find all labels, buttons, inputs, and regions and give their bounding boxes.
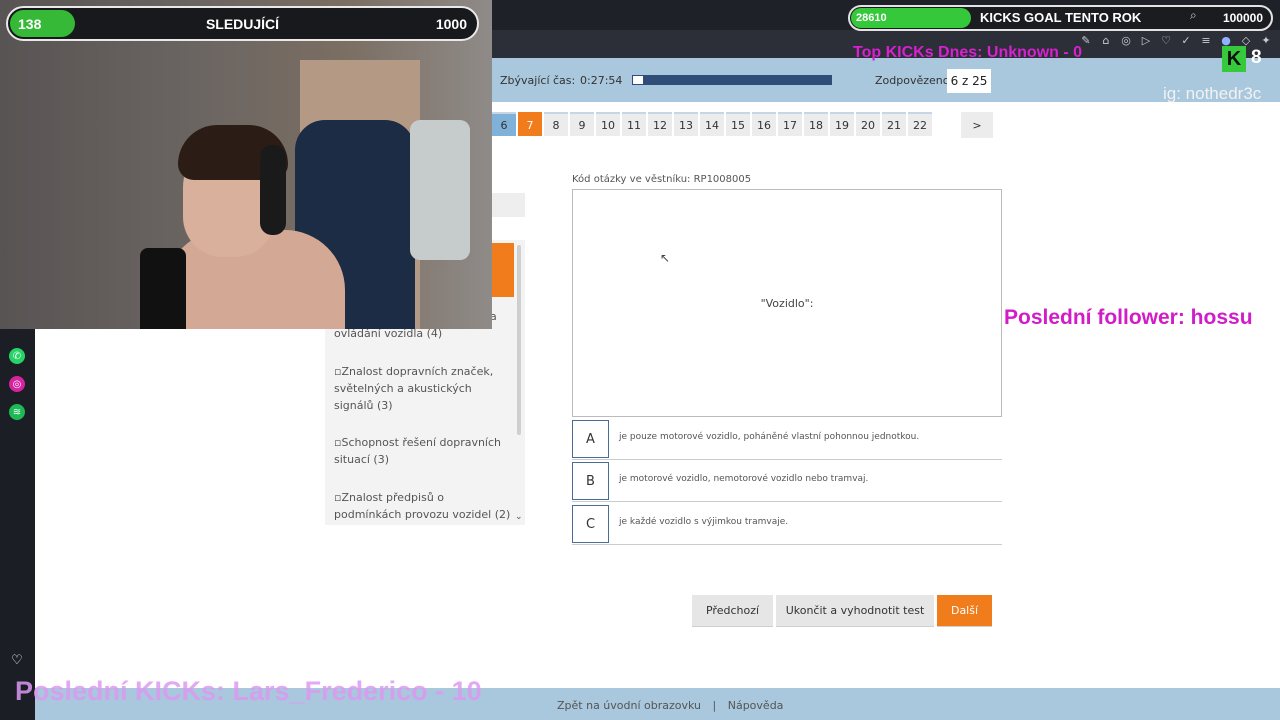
kick-viewer-count: 8 — [1251, 47, 1262, 68]
question-text: "Vozidlo": — [760, 297, 814, 310]
question-number-button[interactable]: 15 — [726, 112, 750, 136]
shield-icon[interactable]: ◎ — [1120, 34, 1132, 47]
category-item-signs[interactable]: ▫Znalost dopravních značek, světelných a… — [334, 363, 514, 414]
top-kicks-today: Top KICKs Dnes: Unknown - 0 — [853, 44, 1083, 61]
answer-text: je pouze motorové vozidlo, poháněné vlas… — [619, 432, 920, 442]
chevron-down-icon[interactable]: ⌄ — [515, 512, 523, 522]
question-number-button[interactable]: 9 — [570, 112, 594, 136]
category-header — [492, 193, 525, 217]
question-number-button[interactable]: 14 — [700, 112, 724, 136]
category-item-situations[interactable]: ▫Schopnost řešení dopravních situací (3) — [334, 434, 514, 468]
question-number-button[interactable]: 11 — [622, 112, 646, 136]
follower-goal-target: 1000 — [435, 16, 467, 32]
question-box: "Vozidlo": ↖ — [572, 189, 1002, 417]
webcam-overlay — [0, 0, 492, 329]
answer-b[interactable]: B je motorové vozidlo, nemotorové vozidl… — [572, 462, 1002, 502]
answer-letter[interactable]: A — [572, 420, 609, 458]
time-remaining-value: 0:27:54 — [580, 74, 623, 87]
kicks-count: 28610 — [856, 12, 887, 24]
time-progress-fill — [633, 76, 643, 84]
answer-c[interactable]: C je každé vozidlo s výjimkou tramvaje. — [572, 505, 1002, 545]
follower-goal-title: SLEDUJÍCÍ — [205, 16, 280, 32]
question-number-button[interactable]: 12 — [648, 112, 672, 136]
question-number-button[interactable]: 13 — [674, 112, 698, 136]
footer-links: Zpět na úvodní obrazovku | Nápověda — [557, 699, 791, 712]
kick-logo-icon: K — [1222, 46, 1246, 72]
question-code: Kód otázky ve věstníku: RP1008005 — [572, 174, 752, 185]
answer-letter[interactable]: C — [572, 505, 609, 543]
time-progress-bar — [632, 75, 832, 85]
last-follower: Poslední follower: hossu — [1004, 306, 1253, 329]
search-icon: ⌕ — [1190, 8, 1197, 22]
previous-button[interactable]: Předchozí — [692, 595, 773, 627]
home-icon[interactable]: ⌂ — [1100, 34, 1112, 47]
question-next-page-button[interactable]: > — [961, 112, 993, 138]
question-number-button[interactable]: 21 — [882, 112, 906, 136]
mouse-cursor-icon: ↖ — [660, 251, 671, 265]
category-label: Znalost dopravních značek, světelných a … — [334, 365, 494, 412]
answer-text: je motorové vozidlo, nemotorové vozidlo … — [619, 474, 869, 484]
answer-text: je každé vozidlo s výjimkou tramvaje. — [619, 517, 789, 527]
question-number-button[interactable]: 19 — [830, 112, 854, 136]
heart-icon[interactable]: ♡ — [1160, 34, 1172, 47]
menu-icon[interactable]: ≡ — [1200, 34, 1212, 47]
category-active-marker — [492, 243, 514, 297]
last-kicks: Poslední KICKs: Lars_Frederico - 10 — [15, 676, 482, 706]
webcam-headset — [260, 145, 286, 235]
webcam-microphone — [140, 248, 186, 329]
home-link[interactable]: Zpět na úvodní obrazovku — [557, 699, 701, 712]
kicks-goal-title: KICKS GOAL TENTO ROK — [980, 10, 1142, 25]
webcam-towel — [410, 120, 470, 260]
category-label: Schopnost řešení dopravních situací (3) — [334, 436, 502, 466]
answered-label: Zodpovězeno — [875, 74, 950, 87]
footer-separator: | — [712, 699, 717, 712]
next-button[interactable]: Další — [937, 595, 992, 627]
spotify-icon[interactable]: ≋ — [9, 404, 25, 420]
follower-goal-bar: 138 SLEDUJÍCÍ 1000 — [6, 6, 479, 41]
kicks-goal-target: 100000 — [1222, 11, 1263, 25]
question-number-button[interactable]: 22 — [908, 112, 932, 136]
help-link[interactable]: Nápověda — [728, 699, 784, 712]
question-number-button[interactable]: 16 — [752, 112, 776, 136]
answer-letter[interactable]: B — [572, 462, 609, 500]
question-number-button[interactable]: 7 — [518, 112, 542, 136]
category-label: Znalost předpisů o podmínkách provozu vo… — [334, 491, 511, 521]
kicks-goal-bar: 28610 KICKS GOAL TENTO ROK 100000 — [848, 5, 1273, 31]
question-number-button[interactable]: 6 — [492, 112, 516, 136]
whatsapp-icon[interactable]: ✆ — [9, 348, 25, 364]
answer-a[interactable]: A je pouze motorové vozidlo, poháněné vl… — [572, 420, 1002, 460]
question-navigator: 6 7 8 9 10 11 12 13 14 15 16 17 18 19 20 21 22 — [492, 112, 932, 136]
question-number-button[interactable]: 17 — [778, 112, 802, 136]
category-item-regulations[interactable]: ▫Znalost předpisů o podmínkách provozu v… — [334, 489, 514, 523]
heart-icon[interactable]: ♡ — [9, 652, 25, 668]
time-remaining-label: Zbývající čas: — [500, 74, 576, 87]
instagram-icon[interactable]: ◎ — [9, 376, 25, 392]
ai-icon[interactable]: ✦ — [1260, 34, 1272, 47]
category-scrollbar[interactable] — [517, 245, 521, 435]
play-icon[interactable]: ▷ — [1140, 34, 1152, 47]
finish-test-button[interactable]: Ukončit a vyhodnotit test — [776, 595, 934, 627]
instagram-handle: ig: nothedr3c — [1163, 84, 1262, 103]
question-number-button[interactable]: 18 — [804, 112, 828, 136]
bookmark-icon[interactable]: ✓ — [1180, 34, 1192, 47]
question-number-button[interactable]: 10 — [596, 112, 620, 136]
answered-count: 6 z 25 — [947, 69, 991, 93]
question-number-button[interactable]: 20 — [856, 112, 880, 136]
question-number-button[interactable]: 8 — [544, 112, 568, 136]
